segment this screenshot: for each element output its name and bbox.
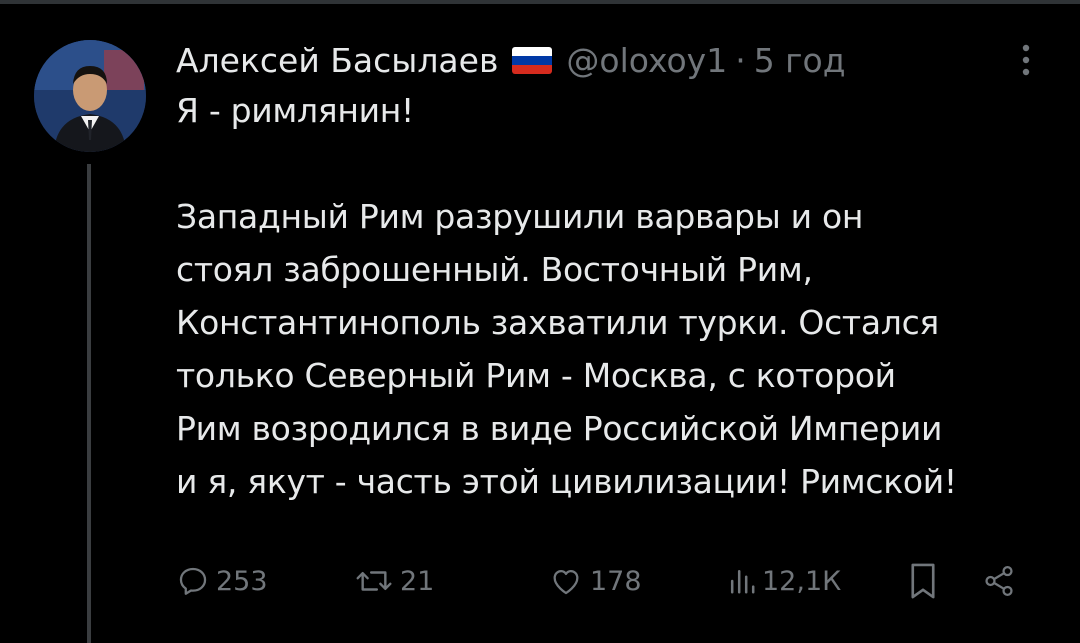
tweet-line: и я, якут - часть этой цивилизации! Римс… — [176, 462, 957, 501]
top-divider — [0, 0, 1080, 4]
share-icon — [985, 565, 1013, 597]
tweet-line: Западный Рим разрушили варвары и он — [176, 197, 864, 236]
tweet-line: Я - римлянин! — [176, 91, 414, 130]
repost-count: 21 — [400, 565, 435, 597]
bookmark-icon — [911, 563, 935, 599]
tweet-text: Я - римлянин! Западный Рим разрушили вар… — [176, 84, 1056, 508]
tweet-line: Рим возродился в виде Российской Империи — [176, 409, 943, 448]
author-handle[interactable]: @oloxoy1 — [566, 41, 727, 80]
russia-flag-icon — [512, 46, 553, 74]
heart-icon — [553, 569, 579, 595]
bookmark-button[interactable] — [908, 556, 938, 606]
tweet-line: стоял заброшенный. Восточный Рим, — [176, 250, 813, 289]
like-count: 178 — [590, 565, 642, 597]
tweet-header: Алексей Басылаев @oloxoy1 · 5 год — [176, 38, 846, 82]
avatar-image — [34, 40, 146, 152]
repost-button[interactable]: 21 — [354, 556, 434, 606]
like-button[interactable]: 178 — [548, 556, 642, 606]
avatar[interactable] — [34, 40, 146, 152]
action-bar: 253 21 178 12,1К — [176, 556, 1036, 606]
reply-button[interactable]: 253 — [176, 556, 268, 606]
share-button[interactable] — [982, 556, 1016, 606]
more-options-icon[interactable] — [1014, 40, 1038, 80]
views-count: 12,1К — [762, 565, 842, 597]
reply-count: 253 — [216, 565, 268, 597]
author-name[interactable]: Алексей Басылаев — [176, 41, 498, 80]
separator-dot: · — [735, 40, 746, 80]
repost-icon — [356, 571, 392, 591]
tweet-line: Константинополь захватили турки. Остался — [176, 303, 939, 342]
reply-icon — [179, 567, 207, 595]
tweet-line: только Северный Рим - Москва, с которой — [176, 356, 896, 395]
views-button[interactable]: 12,1К — [728, 556, 841, 606]
tweet-time[interactable]: 5 год — [754, 41, 846, 80]
views-icon — [730, 569, 755, 594]
thread-line — [87, 164, 91, 643]
